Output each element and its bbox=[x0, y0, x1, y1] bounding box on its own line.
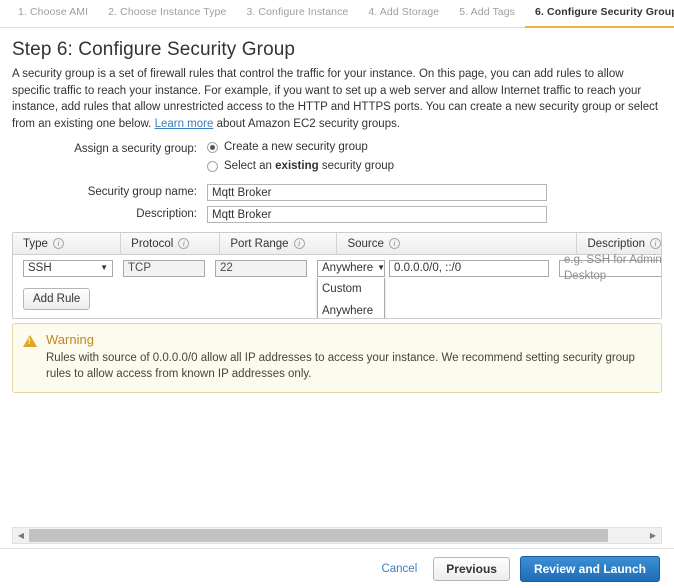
rule-port-range-value: 22 bbox=[215, 259, 307, 277]
page-content: Step 6: Configure Security Group A secur… bbox=[0, 39, 674, 393]
column-header-type: Type i bbox=[13, 233, 120, 255]
table-row: SSH ▼ TCP 22 Anywhere ▼ 0.0.0.0/0, ::/0 bbox=[13, 254, 661, 318]
wizard-tab-configure-instance[interactable]: 3. Configure Instance bbox=[236, 0, 358, 26]
warning-body: Warning Rules with source of 0.0.0.0/0 a… bbox=[46, 332, 646, 382]
radio-label-create-new: Create a new security group bbox=[224, 141, 368, 153]
page-description: A security group is a set of firewall ru… bbox=[12, 66, 662, 132]
chevron-down-icon-type: ▼ bbox=[100, 263, 108, 272]
scroll-left-arrow-icon[interactable]: ◀ bbox=[13, 528, 29, 543]
warning-text: Rules with source of 0.0.0.0/0 allow all… bbox=[46, 352, 635, 380]
column-header-source-label: Source bbox=[347, 237, 384, 250]
radio-option-select-existing[interactable]: Select an existing security group bbox=[207, 160, 394, 172]
security-rules-table: Type i Protocol i Port Range i Source i … bbox=[12, 232, 662, 319]
radio-button-create-new-icon[interactable] bbox=[207, 141, 218, 153]
rule-description-input[interactable]: e.g. SSH for Admin Desktop bbox=[559, 254, 661, 282]
learn-more-link[interactable]: Learn more bbox=[155, 118, 214, 130]
cancel-button[interactable]: Cancel bbox=[375, 562, 423, 576]
scrollbar-thumb[interactable] bbox=[29, 529, 609, 542]
security-group-name-row: Security group name: bbox=[12, 184, 662, 201]
source-dropdown-option-anywhere[interactable]: Anywhere bbox=[318, 300, 384, 319]
rule-protocol-cell: TCP bbox=[113, 259, 205, 277]
column-header-source: Source i bbox=[336, 233, 576, 255]
column-header-type-label: Type bbox=[23, 237, 48, 250]
previous-button[interactable]: Previous bbox=[433, 556, 510, 581]
rule-source-select[interactable]: Anywhere ▼ bbox=[317, 259, 386, 277]
rule-source-value-input[interactable]: 0.0.0.0/0, ::/0 bbox=[389, 259, 549, 277]
wizard-step-bar: 1. Choose AMI 2. Choose Instance Type 3.… bbox=[0, 0, 674, 28]
column-header-protocol-label: Protocol bbox=[131, 237, 174, 250]
rule-type-value: SSH bbox=[28, 262, 52, 274]
column-header-port-range-label: Port Range bbox=[230, 237, 289, 250]
page-description-text-2: about Amazon EC2 security groups. bbox=[216, 117, 401, 130]
rule-protocol-value: TCP bbox=[123, 259, 205, 277]
source-dropdown-menu[interactable]: Custom Anywhere My IP bbox=[317, 277, 385, 319]
info-icon-description[interactable]: i bbox=[650, 238, 661, 249]
warning-triangle-icon bbox=[23, 335, 37, 347]
security-group-description-row: Description: bbox=[12, 206, 662, 223]
assign-security-group-label: Assign a security group: bbox=[74, 143, 197, 155]
source-dropdown-option-custom[interactable]: Custom bbox=[318, 278, 384, 300]
scrollbar-track[interactable] bbox=[29, 528, 645, 543]
wizard-tab-choose-instance-type[interactable]: 2. Choose Instance Type bbox=[98, 0, 236, 26]
warning-title: Warning bbox=[46, 332, 94, 347]
security-group-form: Assign a security group: Create a new se… bbox=[12, 141, 662, 223]
wizard-tab-add-storage[interactable]: 4. Add Storage bbox=[358, 0, 449, 26]
info-icon-port-range[interactable]: i bbox=[293, 238, 305, 249]
security-group-description-input[interactable] bbox=[207, 206, 547, 223]
security-group-name-label: Security group name: bbox=[87, 186, 197, 198]
review-and-launch-button[interactable]: Review and Launch bbox=[519, 555, 660, 582]
radio-label-select-existing: Select an existing security group bbox=[224, 160, 395, 172]
radio-option-create-new[interactable]: Create a new security group bbox=[207, 141, 394, 153]
footer-actions: Cancel Previous Review and Launch bbox=[0, 548, 674, 588]
column-header-description-label: Description bbox=[587, 237, 645, 250]
info-icon-type[interactable]: i bbox=[52, 238, 64, 249]
rule-source-cell: Anywhere ▼ 0.0.0.0/0, ::/0 Custom Anywhe… bbox=[307, 259, 549, 318]
assign-security-group-options: Create a new security group Select an ex… bbox=[207, 141, 394, 179]
rule-description-cell: e.g. SSH for Admin Desktop bbox=[549, 254, 661, 282]
wizard-tab-choose-ami[interactable]: 1. Choose AMI bbox=[8, 0, 98, 26]
column-header-protocol: Protocol i bbox=[120, 233, 219, 255]
scroll-right-arrow-icon[interactable]: ▶ bbox=[645, 528, 661, 543]
security-group-description-label: Description: bbox=[136, 208, 197, 220]
security-group-name-input[interactable] bbox=[207, 184, 547, 201]
rules-table-body: SSH ▼ TCP 22 Anywhere ▼ 0.0.0.0/0, ::/0 bbox=[13, 254, 661, 318]
wizard-tab-add-tags[interactable]: 5. Add Tags bbox=[449, 0, 525, 26]
assign-security-group-row: Assign a security group: Create a new se… bbox=[12, 141, 662, 179]
rule-type-select[interactable]: SSH ▼ bbox=[23, 259, 113, 277]
horizontal-scrollbar[interactable]: ◀ ▶ bbox=[12, 527, 662, 544]
radio-button-select-existing-icon[interactable] bbox=[207, 160, 218, 172]
column-header-port-range: Port Range i bbox=[219, 233, 336, 255]
wizard-tab-configure-security-group[interactable]: 6. Configure Security Group bbox=[525, 0, 674, 28]
info-icon-source[interactable]: i bbox=[388, 238, 400, 249]
chevron-down-icon-source: ▼ bbox=[377, 263, 386, 272]
add-rule-button[interactable]: Add Rule bbox=[23, 288, 91, 310]
info-icon-protocol[interactable]: i bbox=[178, 238, 190, 249]
rule-port-range-cell: 22 bbox=[205, 259, 307, 277]
warning-banner: Warning Rules with source of 0.0.0.0/0 a… bbox=[12, 323, 662, 393]
rule-source-mode-value: Anywhere bbox=[322, 262, 374, 274]
page-title: Step 6: Configure Security Group bbox=[12, 39, 296, 60]
rule-type-cell: SSH ▼ bbox=[13, 259, 113, 277]
